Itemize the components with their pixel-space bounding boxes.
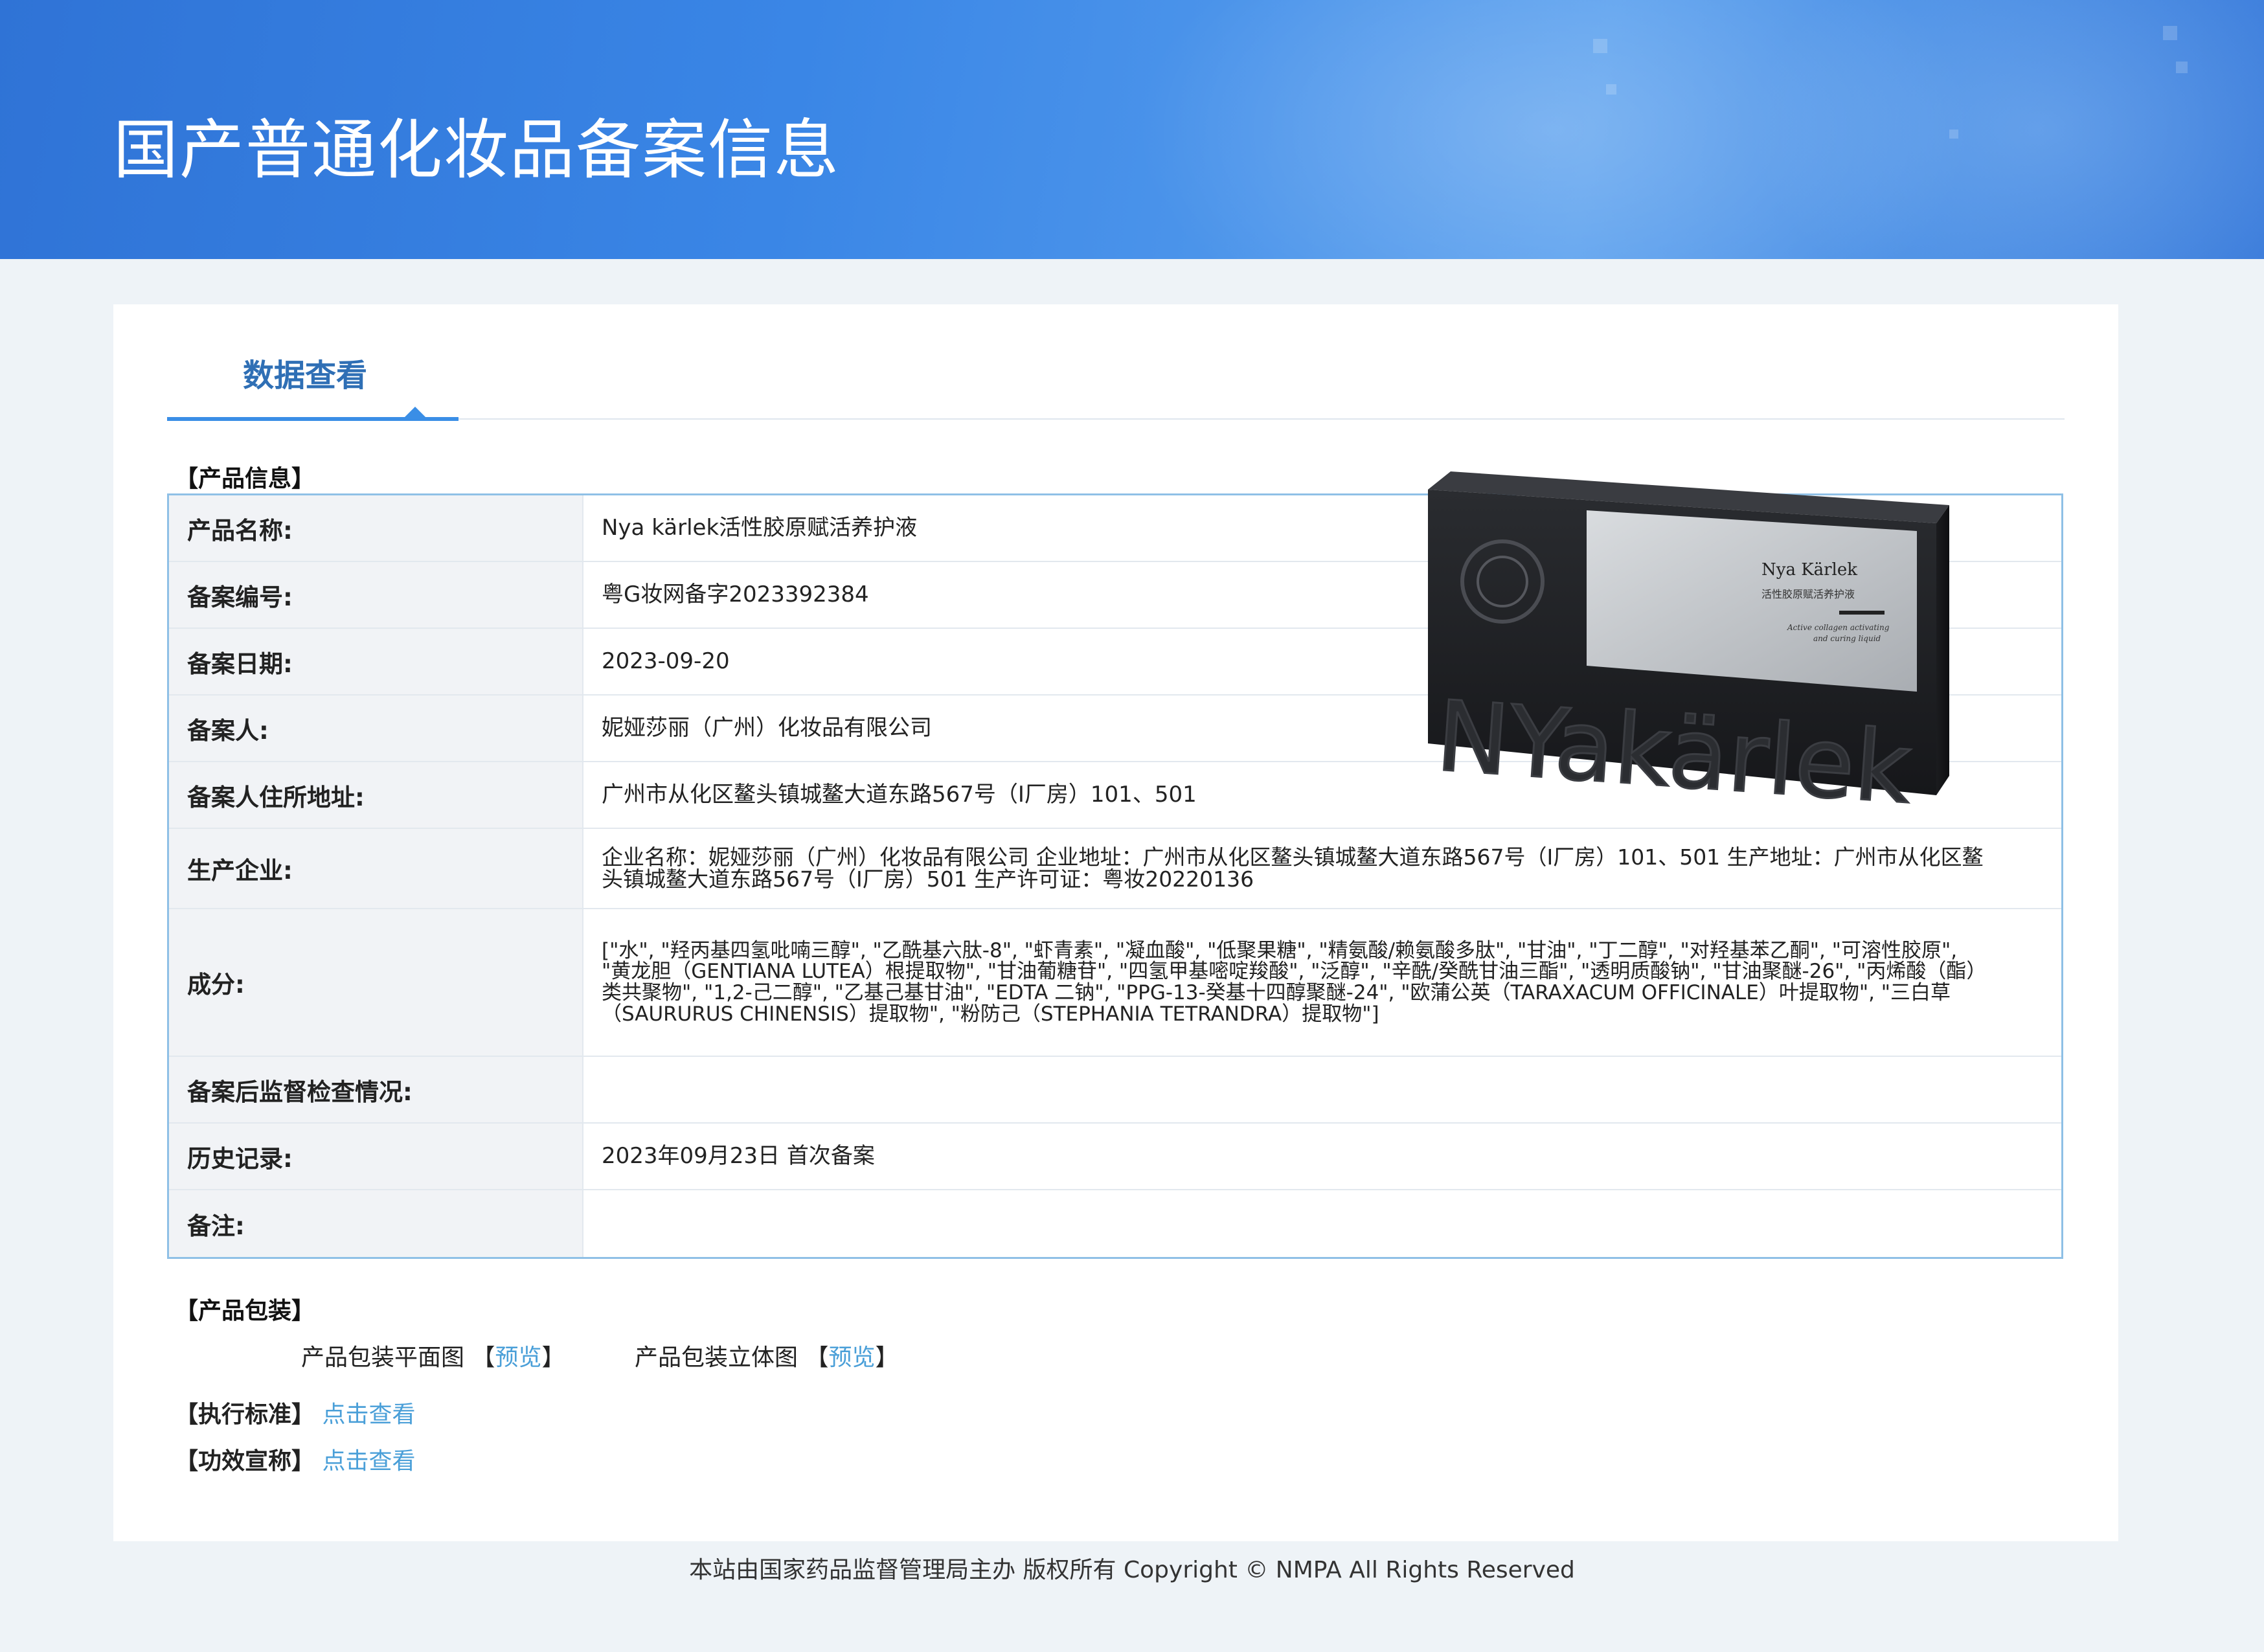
box-side-face	[1936, 505, 1949, 795]
section-product-info: 【产品信息】	[175, 466, 315, 492]
row-label: 备案人:	[169, 696, 583, 761]
packaging-flat-label: 产品包装平面图	[301, 1344, 465, 1371]
table-row: 备案后监督检查情况:	[169, 1057, 2061, 1124]
row-label: 生产企业:	[169, 829, 583, 908]
row-label: 成分:	[169, 909, 583, 1056]
table-row: 成分: ["水", "羟丙基四氢吡喃三醇", "乙酰基六肽-8", "虾青素",…	[169, 909, 2061, 1057]
box-tagline-2: and curing liquid	[1813, 634, 1881, 643]
table-row: 备注:	[169, 1190, 2061, 1257]
row-value	[583, 1190, 2061, 1257]
box-tagline-1: Active collagen activating	[1787, 623, 1890, 632]
header-decoration	[2163, 26, 2177, 40]
row-value: 2023年09月23日 首次备案	[602, 1143, 875, 1170]
header-decoration	[1593, 39, 1607, 53]
page-footer: 本站由国家药品监督管理局主办 版权所有 Copyright © NMPA All…	[689, 1557, 1575, 1583]
packaging-flat: 产品包装平面图 【预览】	[301, 1339, 565, 1372]
section-standard: 【执行标准】	[175, 1401, 315, 1428]
box-brand-text: Nya Kärlek	[1761, 560, 1857, 580]
table-row: 生产企业: 企业名称：妮娅莎丽（广州）化妆品有限公司 企业地址：广州市从化区鳌头…	[169, 829, 2061, 909]
product-box-image: Nya Kärlek 活性胶原赋活养护液 Active collagen act…	[1428, 471, 1949, 808]
row-value: 企业名称：妮娅莎丽（广州）化妆品有限公司 企业地址：广州市从化区鳌头镇城鳌大道东…	[602, 844, 1984, 892]
box-label-bar	[1839, 611, 1885, 615]
page-header: 国产普通化妆品备案信息	[0, 0, 2264, 259]
header-decoration	[2176, 62, 2188, 73]
tab-active-indicator	[167, 417, 458, 421]
section-claims: 【功效宣称】	[175, 1448, 315, 1475]
header-decoration	[1949, 130, 1958, 139]
row-label: 备案后监督检查情况:	[169, 1057, 583, 1122]
header-glow-2	[1749, 0, 2264, 259]
standard-row: 【执行标准】 点击查看	[175, 1396, 415, 1429]
row-value	[583, 1057, 2061, 1122]
row-label: 备案日期:	[169, 629, 583, 694]
page-title: 国产普通化妆品备案信息	[113, 112, 840, 188]
row-label: 产品名称:	[169, 495, 583, 561]
tab-arrow-indicator	[405, 407, 425, 417]
packaging-solid-preview-link[interactable]: 预览	[828, 1344, 875, 1371]
bracket-open: 【	[805, 1344, 829, 1371]
tab-data-view[interactable]: 数据查看	[243, 350, 367, 395]
content-card: 数据查看 【产品信息】 产品名称: Nya kärlek活性胶原赋活养护液 备案…	[113, 304, 2118, 1541]
row-label: 历史记录:	[169, 1124, 583, 1189]
row-value: ["水", "羟丙基四氢吡喃三醇", "乙酰基六肽-8", "虾青素", "凝血…	[602, 938, 1976, 1026]
box-subtitle-text: 活性胶原赋活养护液	[1761, 588, 1855, 600]
claims-row: 【功效宣称】 点击查看	[175, 1442, 415, 1476]
header-decoration	[1606, 84, 1616, 95]
bracket-open: 【	[471, 1344, 495, 1371]
bracket-close: 】	[541, 1344, 565, 1371]
section-packaging: 【产品包装】	[175, 1298, 315, 1324]
packaging-solid: 产品包装立体图 【预览】	[635, 1339, 899, 1372]
row-label: 备注:	[169, 1190, 583, 1257]
standard-view-link[interactable]: 点击查看	[322, 1401, 415, 1428]
box-label	[1587, 510, 1917, 692]
claims-view-link[interactable]: 点击查看	[322, 1448, 415, 1475]
bracket-close: 】	[875, 1344, 899, 1371]
row-label: 备案编号:	[169, 562, 583, 628]
packaging-solid-label: 产品包装立体图	[635, 1344, 798, 1371]
packaging-flat-preview-link[interactable]: 预览	[495, 1344, 541, 1371]
table-row: 历史记录: 2023年09月23日 首次备案	[169, 1124, 2061, 1190]
row-label: 备案人住所地址:	[169, 762, 583, 828]
